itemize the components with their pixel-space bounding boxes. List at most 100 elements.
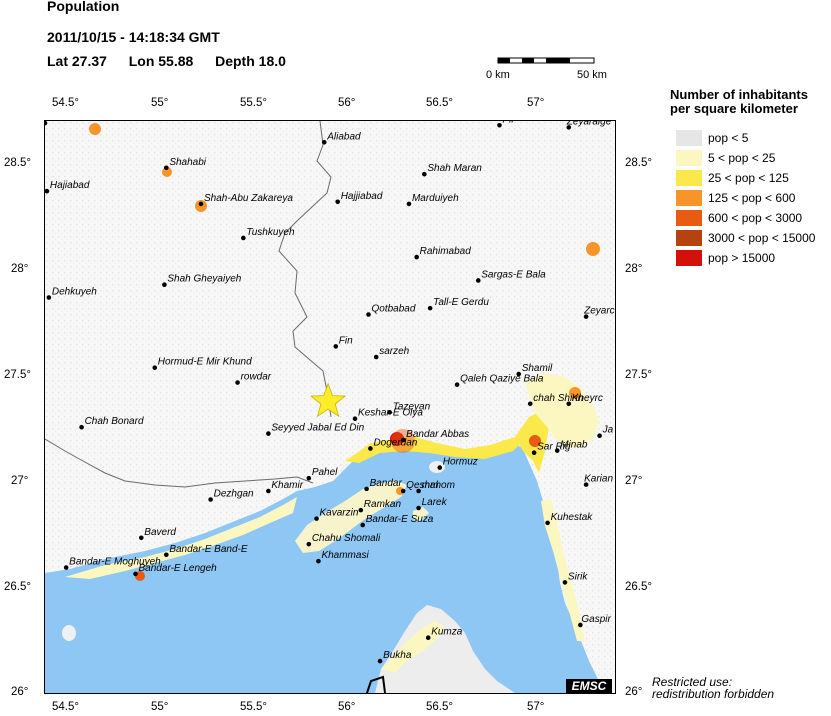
city-marker [422, 171, 427, 177]
city-label: Ramkan [364, 499, 402, 510]
lat-tick-right: 28° [625, 263, 643, 275]
city-label: Marduiyeh [412, 193, 459, 204]
city-marker [454, 382, 460, 387]
city-label: Zeyaralge [566, 121, 612, 127]
city-marker [531, 450, 537, 456]
lat-tick-right: 27.5° [625, 369, 652, 381]
city-label: Tushkuyeh [246, 227, 295, 238]
lon-tick-top: 55° [151, 97, 169, 109]
legend-swatch [676, 130, 702, 146]
city-marker [597, 433, 602, 439]
city-marker [358, 507, 364, 513]
city-label: Sirik [568, 571, 588, 582]
city-marker [335, 199, 341, 205]
event-datetime: 2011/10/15 - 14:18:34 GMT [47, 29, 220, 45]
city-marker [373, 354, 379, 360]
city-marker [321, 139, 327, 145]
lat-label: Lat [47, 53, 68, 69]
legend-swatch [676, 150, 702, 166]
city-marker [425, 635, 431, 641]
city-marker [516, 371, 522, 377]
map-canvas: Nasravan Shahabi Hajiabad Shah-Abu Zakareya… [45, 121, 615, 693]
lat-tick-left: 28° [11, 263, 29, 275]
city-marker [562, 580, 568, 585]
city-marker [46, 295, 52, 300]
lon-tick-top: 56° [338, 97, 356, 109]
lat-tick-left: 27.5° [4, 369, 31, 381]
city-label: Fin [339, 335, 353, 346]
city-label: Bandar-E Lengeh [139, 563, 218, 574]
city-marker [527, 401, 533, 407]
city-marker [152, 365, 158, 370]
city-marker [368, 446, 373, 451]
city-label: Khammasi [321, 550, 369, 561]
city-marker [138, 535, 144, 541]
legend-label: pop > 15000 [708, 251, 776, 265]
city-label: Seyyed Jabal Ed Din [271, 423, 364, 434]
legend-item: pop < 5 [676, 130, 816, 146]
legend-title: Number of inhabitants per square kilomet… [670, 88, 808, 116]
legend-item: 125 < pop < 600 [676, 190, 816, 206]
city-marker [314, 516, 319, 521]
lat-tick-right: 27° [625, 475, 643, 487]
city-marker [366, 312, 371, 317]
city-label: Karian [584, 474, 613, 485]
city-label: Sargas-E Bala [481, 269, 546, 280]
city-label: Kheyrc [572, 393, 603, 404]
city-marker [427, 305, 433, 311]
legend-swatch [676, 170, 702, 186]
legend-title-line2: per square kilometer [670, 101, 798, 116]
usage-notice-line2: redistribution forbidden [652, 687, 775, 701]
city-label: Shah Gheyaiyeh [167, 274, 241, 285]
city-marker [545, 520, 550, 526]
city-label: Chahu Shomali [312, 533, 381, 544]
lat-tick-left: 28.5° [4, 157, 31, 169]
legend-label: pop < 5 [708, 131, 749, 145]
city-label: Qaleh Qaziye Bala [460, 374, 544, 385]
usage-notice: Restricted use: redistribution forbidden [652, 676, 774, 700]
city-marker [316, 558, 321, 564]
city-marker [416, 488, 421, 494]
city-marker [164, 165, 169, 171]
city-label: Bandar-E Suza [366, 514, 434, 525]
city-label: Shahabi [169, 157, 206, 168]
city-label: Dehkuyeh [52, 286, 97, 297]
city-marker [360, 522, 366, 528]
legend-swatch [676, 250, 702, 266]
city-marker [266, 488, 271, 494]
city-marker [416, 505, 421, 511]
city-label: Hajiabad [50, 180, 90, 191]
legend-item: pop > 15000 [676, 250, 816, 266]
lon-tick-top: 56.5° [426, 97, 453, 109]
city-label: Bukha [383, 650, 412, 661]
lat-tick-right: 28.5° [625, 157, 652, 169]
city-marker [566, 401, 572, 407]
city-marker [266, 431, 271, 436]
city-label: Pahel [312, 467, 338, 478]
city-label: Kumza [431, 627, 463, 638]
city-marker [475, 278, 481, 283]
legend-label: 3000 < pop < 15000 [708, 231, 816, 245]
city-marker [497, 122, 502, 128]
legend-label: 125 < pop < 600 [708, 191, 796, 205]
city-marker [241, 235, 246, 241]
city-marker [63, 565, 69, 570]
legend-swatch [676, 210, 702, 226]
scale-bar [497, 57, 595, 64]
lon-tick-bottom: 55.5° [240, 701, 267, 713]
lon-tick-bottom: 56° [338, 701, 356, 713]
lat-tick-right: 26.5° [625, 581, 652, 593]
city-label: Baverd [144, 527, 176, 538]
city-label: Larek [422, 497, 448, 508]
legend-swatch [676, 190, 702, 206]
city-marker [406, 201, 412, 207]
city-label: mahom [422, 480, 455, 491]
city-marker [414, 254, 419, 260]
city-label: Hajjiabad [341, 191, 383, 202]
city-marker [306, 475, 312, 481]
legend-swatch [676, 230, 702, 246]
event-coordinates: Lat 27.37 Lon 55.88 Depth 18.0 [47, 53, 286, 69]
lon-tick-bottom: 54.5° [52, 701, 79, 713]
legend-item: 600 < pop < 3000 [676, 210, 816, 226]
city-label: Keshar-E Olya [358, 408, 423, 419]
